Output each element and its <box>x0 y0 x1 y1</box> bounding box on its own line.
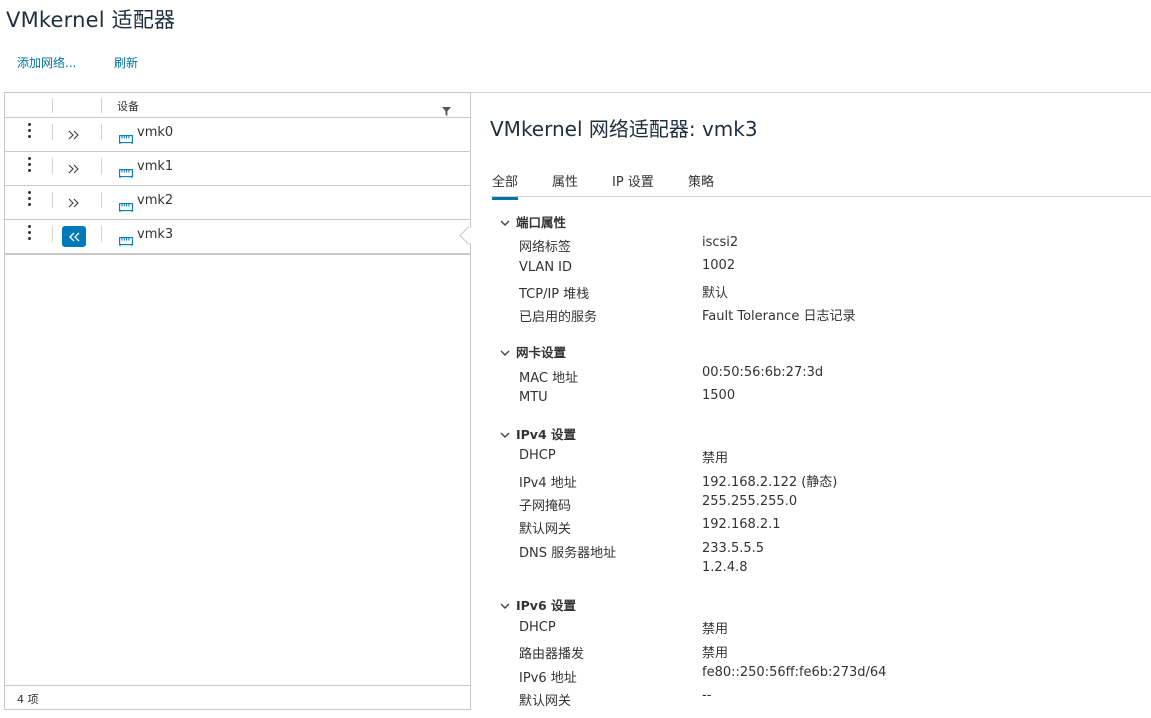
grid-header: 设备 <box>5 93 470 118</box>
add-network-button[interactable]: 添加网络... <box>17 54 76 71</box>
grid-footer: 4 项 <box>5 685 470 709</box>
prop-label: 已启用的服务 <box>519 310 598 325</box>
prop-label: DHCP <box>519 620 556 635</box>
item-count: 4 项 <box>17 693 39 706</box>
prop-value: Fault Tolerance 日志记录 <box>702 309 856 324</box>
tab-policies[interactable]: 策略 <box>688 171 714 197</box>
prop-value: iscsi2 <box>702 235 739 250</box>
page-title: VMkernel 适配器 <box>6 8 176 32</box>
column-divider <box>52 226 53 242</box>
section-title: IPv4 设置 <box>516 427 577 442</box>
row-label: vmk2 <box>137 193 174 208</box>
divider <box>5 253 470 255</box>
row-label: vmk1 <box>137 159 174 174</box>
prop-label: 子网掩码 <box>519 499 572 514</box>
section-nic-settings[interactable]: 网卡设置 <box>500 342 566 361</box>
divider <box>471 92 1151 93</box>
prop-value: 255.255.255.0 <box>702 494 798 509</box>
row-actions-icon[interactable] <box>27 123 33 141</box>
row-actions-icon[interactable] <box>27 225 33 243</box>
column-divider <box>52 124 53 140</box>
column-header-device[interactable]: 设备 <box>117 98 139 114</box>
prop-value: -- <box>702 688 712 703</box>
column-divider <box>101 158 102 174</box>
section-ipv4-settings[interactable]: IPv4 设置 <box>500 424 576 443</box>
network-adapter-icon <box>119 129 133 148</box>
network-adapter-icon <box>119 231 133 250</box>
section-port-properties[interactable]: 端口属性 <box>500 212 566 231</box>
column-divider <box>52 158 53 174</box>
prop-label: 默认网关 <box>519 522 572 537</box>
chevron-down-icon <box>500 432 510 438</box>
prop-label: DNS 服务器地址 <box>519 546 617 561</box>
network-adapter-icon <box>119 163 133 182</box>
chevron-down-icon <box>500 350 510 356</box>
prop-label: MTU <box>519 390 548 405</box>
prop-label: TCP/IP 堆栈 <box>519 287 590 302</box>
refresh-button[interactable]: 刷新 <box>114 54 138 71</box>
tabs-divider <box>490 196 1151 197</box>
row-label: vmk3 <box>137 227 174 242</box>
section-title: IPv6 设置 <box>516 598 577 613</box>
column-divider <box>101 124 102 140</box>
prop-value: 禁用 <box>702 646 729 661</box>
prop-label: IPv4 地址 <box>519 476 577 491</box>
column-divider <box>101 192 102 208</box>
prop-value: 禁用 <box>702 622 729 637</box>
section-title: 端口属性 <box>516 215 567 230</box>
chevron-down-icon <box>500 603 510 609</box>
expand-row-icon[interactable] <box>62 124 86 145</box>
row-actions-icon[interactable] <box>27 191 33 209</box>
prop-label: IPv6 地址 <box>519 671 577 686</box>
prop-value: 1500 <box>702 388 736 403</box>
prop-label: VLAN ID <box>519 260 573 275</box>
column-divider <box>101 226 102 242</box>
expand-row-icon[interactable] <box>62 158 86 179</box>
prop-value: 1002 <box>702 258 736 273</box>
table-row[interactable]: vmk0 <box>5 118 470 152</box>
row-label: vmk0 <box>137 125 174 140</box>
table-row[interactable]: vmk2 <box>5 186 470 220</box>
detail-title: VMkernel 网络适配器: vmk3 <box>490 117 758 141</box>
prop-value: 192.168.2.1 <box>702 517 781 532</box>
prop-value: 默认 <box>702 286 729 301</box>
chevron-down-icon <box>500 220 510 226</box>
prop-value: 192.168.2.122 (静态) <box>702 475 838 490</box>
prop-label: 网络标签 <box>519 240 572 255</box>
network-adapter-icon <box>119 197 133 216</box>
tab-ip-settings[interactable]: IP 设置 <box>612 171 654 197</box>
prop-label: 路由器播发 <box>519 647 585 662</box>
column-divider <box>52 98 53 113</box>
table-row[interactable]: vmk1 <box>5 152 470 186</box>
column-divider <box>101 98 102 113</box>
prop-value: 00:50:56:6b:27:3d <box>702 365 824 380</box>
tab-properties[interactable]: 属性 <box>552 171 578 197</box>
collapse-row-icon[interactable] <box>62 226 86 247</box>
prop-label: 默认网关 <box>519 694 572 709</box>
prop-value: 禁用 <box>702 451 729 466</box>
column-divider <box>52 192 53 208</box>
expand-row-icon[interactable] <box>62 192 86 213</box>
adapter-grid: 设备 vmk0 vmk1 vmk2 vmk3 4 项 <box>4 92 471 710</box>
section-ipv6-settings[interactable]: IPv6 设置 <box>500 595 576 614</box>
prop-value: 233.5.5.5 <box>702 541 765 556</box>
table-row-selected[interactable]: vmk3 <box>5 220 470 254</box>
prop-label: DHCP <box>519 448 556 463</box>
row-actions-icon[interactable] <box>27 157 33 175</box>
prop-label: MAC 地址 <box>519 371 579 386</box>
prop-value: 1.2.4.8 <box>702 560 748 575</box>
section-title: 网卡设置 <box>516 345 567 360</box>
prop-value: fe80::250:56ff:fe6b:273d/64 <box>702 665 887 680</box>
